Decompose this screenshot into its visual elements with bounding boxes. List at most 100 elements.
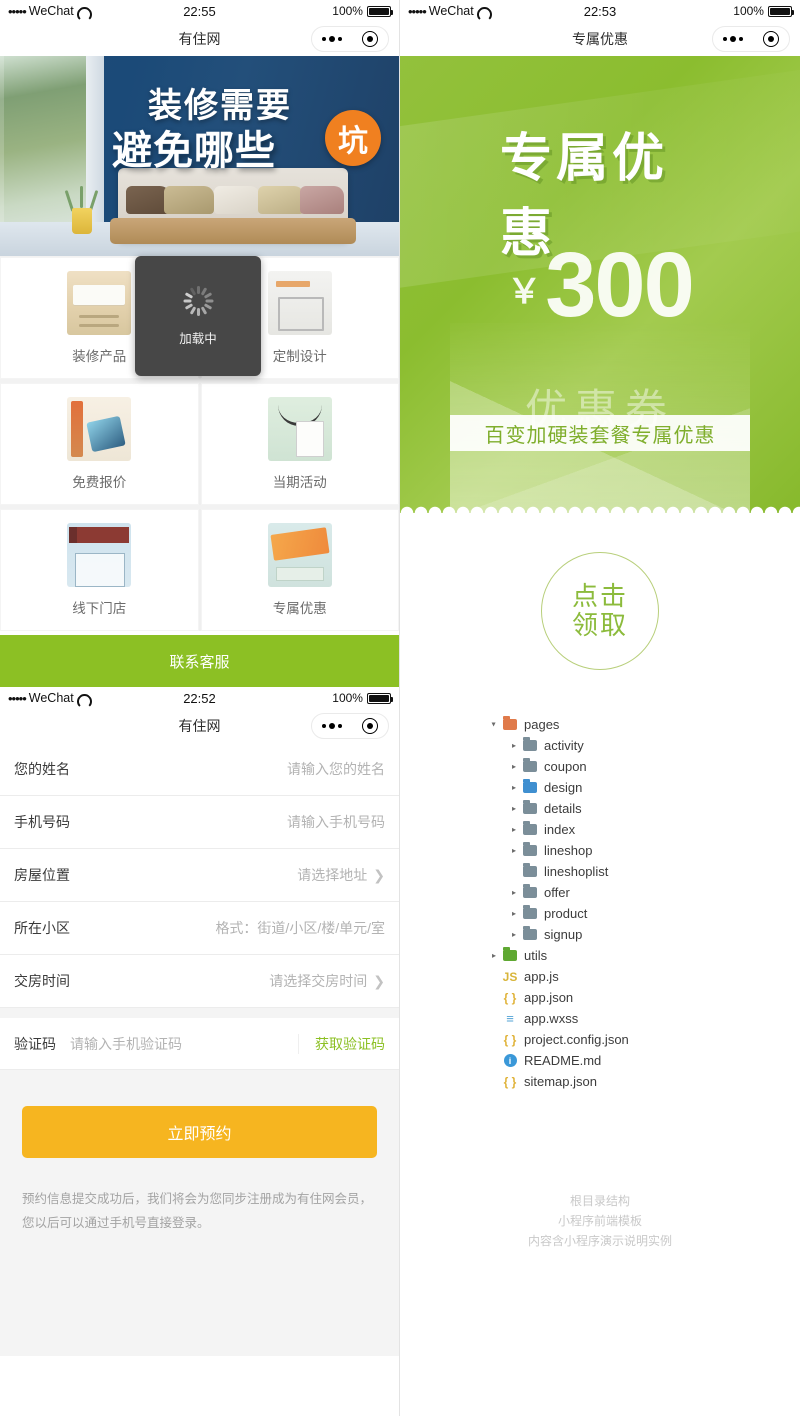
wechat-capsule-form[interactable]	[311, 713, 389, 739]
tree-node-app-js[interactable]: JS app.js	[488, 966, 800, 987]
chevron-right-icon[interactable]: ▸	[488, 951, 500, 960]
chevron-right-icon[interactable]: ▸	[508, 888, 520, 897]
battery-percent-label: 100%	[332, 4, 363, 18]
submit-reservation-button[interactable]: 立即预约	[22, 1106, 377, 1158]
close-circle-icon[interactable]	[362, 31, 378, 47]
chevron-right-icon[interactable]: ▸	[508, 783, 520, 792]
home-product-icon	[67, 271, 132, 335]
watermark-text: 根目录结构 小程序前端模板 内容含小程序演示说明实例	[400, 1192, 800, 1251]
tree-node-label: project.config.json	[524, 1032, 629, 1047]
wifi-icon	[77, 7, 88, 16]
claim-coupon-button[interactable]: 点击 领取	[541, 551, 659, 670]
coupon-amount: 300	[545, 234, 694, 336]
form-row-community[interactable]: 所在小区 格式：街道/小区/楼/单元/室	[0, 902, 399, 955]
json-file-icon: { }	[503, 990, 517, 1005]
close-circle-icon[interactable]	[763, 31, 779, 47]
coupon-amount-group: ￥ 300	[507, 234, 694, 336]
clock-label: 22:55	[183, 3, 216, 19]
more-menu-icon[interactable]	[322, 36, 342, 42]
form-row-handover-date[interactable]: 交房时间 请选择交房时间 ❯	[0, 955, 399, 1008]
tree-node-app-wxss[interactable]: ≡ app.wxss	[488, 1008, 800, 1029]
right-phone-screen: ••••• WeChat 22:53 100% 专属优惠 专属优惠 ￥ 300	[400, 0, 800, 1416]
nav-bar-home: 有住网	[0, 22, 399, 56]
status-bar-right: 100%	[665, 4, 794, 18]
chevron-right-icon[interactable]: ▸	[508, 804, 520, 813]
battery-icon	[366, 692, 393, 704]
tree-node-lineshop[interactable]: ▸ lineshop	[488, 840, 800, 861]
project-file-tree: ▸ pages ▸ activity ▸ coupon ▸ design ▸ d…	[400, 708, 800, 1092]
folder-icon	[520, 821, 540, 835]
form-row-verify-code: 验证码 请输入手机验证码 获取验证码	[0, 1018, 399, 1070]
phone-input[interactable]: 请输入手机号码	[70, 812, 385, 832]
tree-node-label: lineshoplist	[544, 864, 609, 879]
carrier-label: WeChat	[28, 691, 74, 705]
hero-headline-2: 避免哪些	[112, 129, 276, 173]
status-bar-right: 100%	[265, 4, 393, 18]
folder-icon	[520, 863, 540, 877]
handover-date-picker[interactable]: 请选择交房时间 ❯	[70, 971, 385, 991]
coupon-hero-banner: 专属优惠 ￥ 300 优惠券 百变加硬装套餐专属优惠	[400, 56, 800, 513]
chevron-right-icon[interactable]: ▸	[508, 846, 520, 855]
close-circle-icon[interactable]	[362, 718, 378, 734]
wifi-icon	[477, 7, 488, 16]
tree-node-index[interactable]: ▸ index	[488, 819, 800, 840]
wechat-capsule-coupon[interactable]	[712, 26, 790, 52]
chevron-right-icon[interactable]: ▸	[508, 741, 520, 750]
tree-node-sitemap[interactable]: { } sitemap.json	[488, 1071, 800, 1092]
grid-tile-activity[interactable]: 当期活动	[200, 383, 399, 505]
storefront-icon	[67, 523, 132, 587]
get-verify-code-button[interactable]: 获取验证码	[298, 1033, 385, 1054]
chevron-right-icon[interactable]: ▸	[508, 909, 520, 918]
verify-code-input[interactable]: 请输入手机验证码	[70, 1034, 298, 1054]
tree-node-utils[interactable]: ▸ utils	[488, 945, 800, 966]
name-input[interactable]: 请输入您的姓名	[70, 759, 385, 779]
tree-node-design[interactable]: ▸ design	[488, 777, 800, 798]
community-input[interactable]: 格式：街道/小区/楼/单元/室	[70, 918, 385, 938]
tree-node-label: README.md	[524, 1053, 602, 1068]
more-menu-icon[interactable]	[322, 723, 342, 729]
folder-icon	[520, 926, 540, 940]
input-placeholder: 请输入手机验证码	[70, 1035, 182, 1052]
scallop-edge-decoration	[400, 501, 800, 513]
watermark-line-2: 小程序前端模板	[557, 1213, 642, 1228]
form-section-divider	[0, 1008, 399, 1018]
tree-node-coupon[interactable]: ▸ coupon	[488, 756, 800, 777]
grid-tile-offline-shop[interactable]: 线下门店	[0, 509, 199, 631]
watermark-line-3: 内容含小程序演示说明实例	[527, 1233, 672, 1248]
tree-node-label: app.wxss	[524, 1011, 579, 1026]
tree-node-activity[interactable]: ▸ activity	[488, 735, 800, 756]
tree-node-lineshoplist[interactable]: lineshoplist	[488, 861, 800, 882]
tree-node-offer[interactable]: ▸ offer	[488, 882, 800, 903]
form-row-name[interactable]: 您的姓名 请输入您的姓名	[0, 743, 399, 796]
tree-node-signup[interactable]: ▸ signup	[488, 924, 800, 945]
tree-node-project-config[interactable]: { } project.config.json	[488, 1029, 800, 1050]
chevron-right-icon[interactable]: ▸	[508, 930, 520, 939]
folder-icon	[500, 716, 520, 730]
chevron-down-icon[interactable]: ▸	[490, 719, 499, 731]
form-label: 所在小区	[14, 920, 70, 936]
chevron-right-icon[interactable]: ▸	[508, 825, 520, 834]
nav-bar-coupon: 专属优惠	[400, 22, 800, 56]
tree-node-pages[interactable]: ▸ pages	[488, 714, 800, 735]
javascript-file-icon: JS	[502, 969, 518, 984]
signal-dots-icon: •••••	[408, 3, 427, 19]
loading-overlay-text: 加载中	[179, 331, 217, 346]
more-menu-icon[interactable]	[723, 36, 743, 42]
tree-node-label: product	[544, 906, 588, 921]
form-row-house-location[interactable]: 房屋位置 请选择地址 ❯	[0, 849, 399, 902]
wechat-capsule-home[interactable]	[311, 26, 389, 52]
grid-tile-quote[interactable]: 免费报价	[0, 383, 199, 505]
house-location-picker[interactable]: 请选择地址 ❯	[70, 865, 385, 885]
contact-service-button[interactable]: 联系客服	[0, 635, 399, 687]
tree-node-label: coupon	[544, 759, 587, 774]
grid-tile-offer[interactable]: 专属优惠	[200, 509, 399, 631]
tree-node-app-json[interactable]: { } app.json	[488, 987, 800, 1008]
chevron-right-icon[interactable]: ▸	[508, 762, 520, 771]
grid-tile-label: 免费报价	[72, 475, 127, 490]
hero-banner[interactable]: 装修需要 避免哪些 坑	[0, 56, 399, 256]
tree-node-label: design	[544, 780, 583, 795]
form-row-phone[interactable]: 手机号码 请输入手机号码	[0, 796, 399, 849]
tree-node-product[interactable]: ▸ product	[488, 903, 800, 924]
tree-node-details[interactable]: ▸ details	[488, 798, 800, 819]
tree-node-readme[interactable]: i README.md	[488, 1050, 800, 1071]
